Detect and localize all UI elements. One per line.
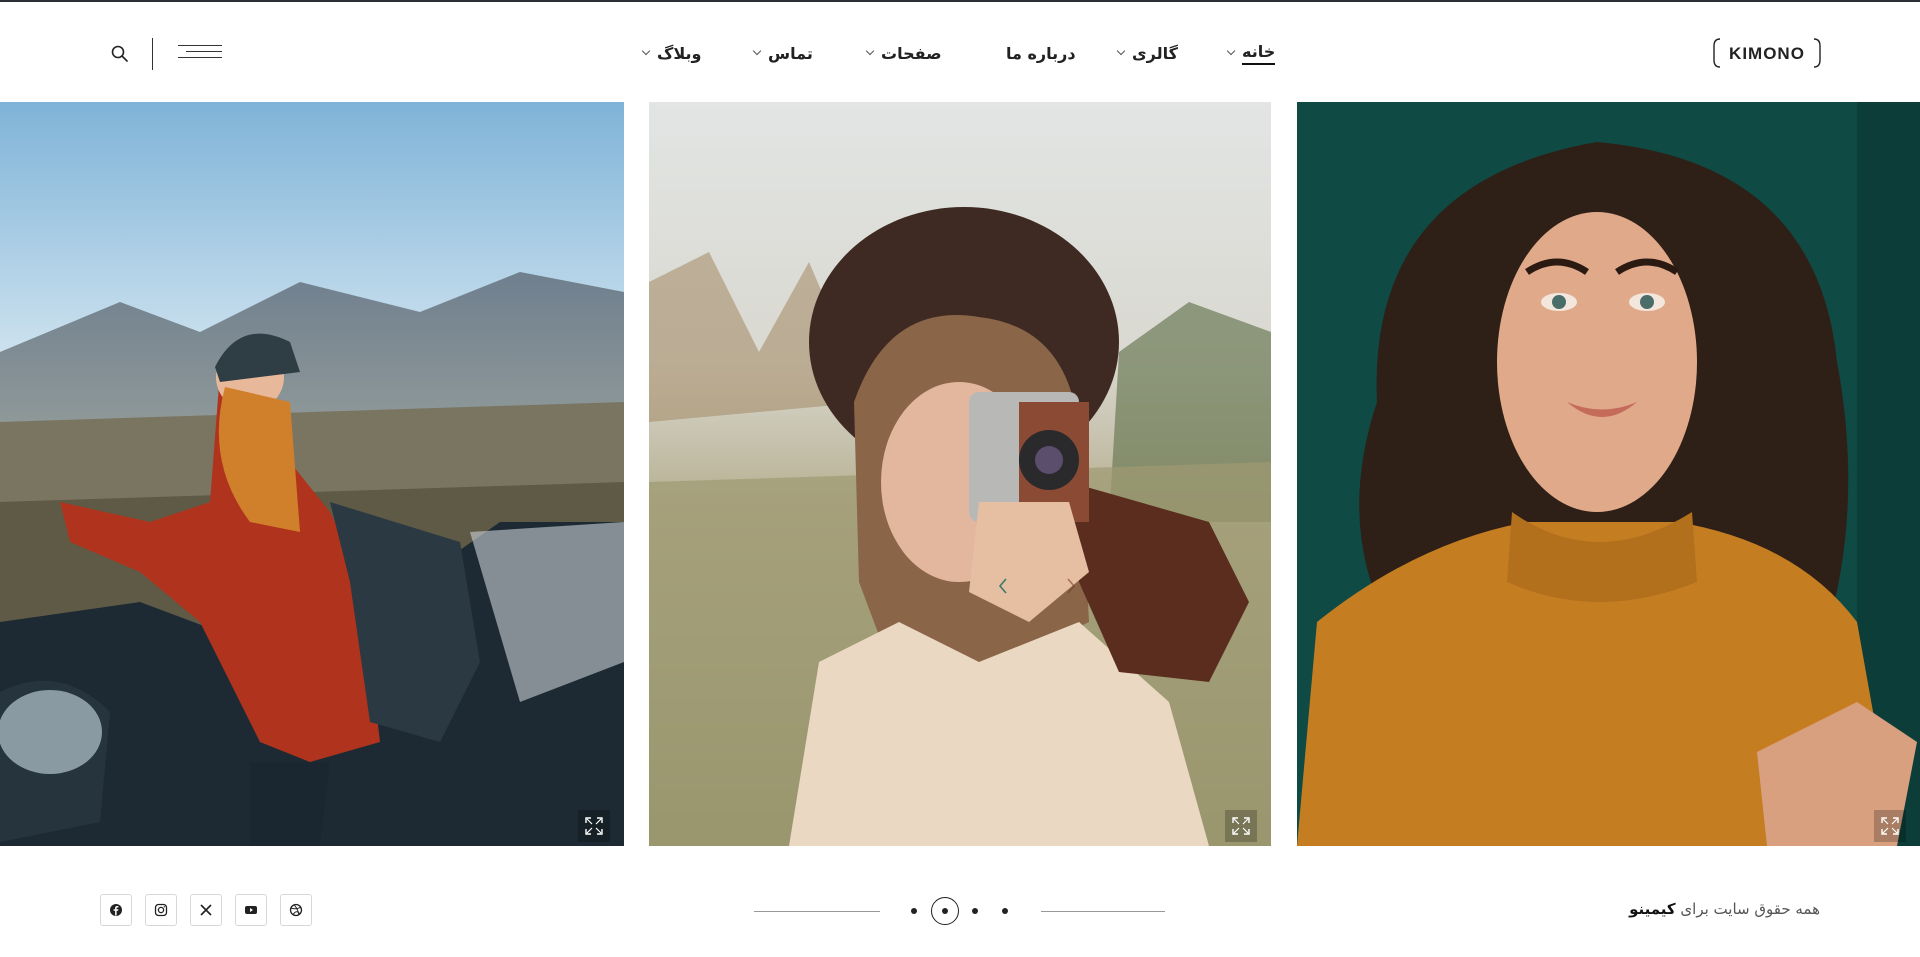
slider-dot[interactable] — [972, 908, 978, 914]
chevron-down-icon — [752, 46, 762, 56]
nav-item-about[interactable]: درباره ما — [1006, 40, 1076, 66]
slider-line-right — [1041, 911, 1165, 912]
chevron-down-icon — [1116, 46, 1126, 56]
chevron-down-icon — [865, 46, 875, 56]
social-x[interactable] — [190, 894, 222, 926]
expand-icon — [585, 817, 603, 835]
nav-item-label: درباره ما — [1006, 43, 1076, 63]
nav-item-home[interactable]: خانه — [1226, 40, 1276, 66]
site-logo[interactable]: KIMONO — [1712, 36, 1822, 70]
social-dribbble[interactable] — [280, 894, 312, 926]
gallery-photo-hiker[interactable] — [0, 102, 624, 846]
slider-line-left — [754, 911, 880, 912]
nav-item-label: خانه — [1242, 42, 1276, 65]
social-instagram[interactable] — [145, 894, 177, 926]
site-footer: همه حقوق سایت برای کیمینو — [0, 846, 1920, 957]
kimono-logo-icon: KIMONO — [1713, 38, 1821, 68]
chevron-down-icon — [641, 46, 651, 56]
camera-woman-image — [649, 102, 1271, 846]
gallery-photo-camera[interactable] — [649, 102, 1271, 846]
slider-dot[interactable] — [911, 908, 917, 914]
hamburger-line — [178, 57, 222, 59]
header-divider — [152, 38, 153, 70]
nav-item-label: گالری — [1132, 43, 1178, 63]
search-button[interactable] — [110, 44, 130, 64]
nav-item-contact[interactable]: تماس — [752, 40, 813, 66]
copyright-text: همه حقوق سایت برای کیمینو — [1629, 900, 1820, 918]
nav-item-blog[interactable]: وبلاگ — [641, 40, 702, 66]
expand-button[interactable] — [578, 810, 610, 842]
slider-dot-active[interactable] — [931, 897, 959, 925]
chevron-down-icon — [1226, 46, 1236, 56]
social-facebook[interactable] — [100, 894, 132, 926]
copyright-prefix: همه حقوق سایت برای — [1680, 900, 1820, 918]
facebook-icon — [110, 904, 122, 916]
youtube-icon — [245, 906, 257, 914]
dribbble-icon — [289, 903, 303, 917]
social-youtube[interactable] — [235, 894, 267, 926]
slider-next-button[interactable] — [1064, 576, 1078, 596]
nav-item-pages[interactable]: صفحات — [865, 40, 942, 66]
expand-button[interactable] — [1874, 810, 1906, 842]
slider-dot[interactable] — [1002, 908, 1008, 914]
nav-item-label: وبلاگ — [657, 43, 702, 63]
copyright-brand-link[interactable]: کیمینو — [1629, 900, 1676, 918]
hiker-woman-image — [0, 102, 624, 846]
x-icon — [200, 904, 212, 916]
expand-icon — [1881, 817, 1899, 835]
hamburger-line — [178, 45, 222, 47]
hamburger-line — [186, 51, 222, 53]
search-icon — [111, 45, 128, 62]
slider-prev-button[interactable] — [996, 576, 1010, 596]
nav-item-label: تماس — [768, 43, 813, 63]
photo-gallery — [0, 102, 1920, 846]
nav-item-label: صفحات — [881, 43, 942, 63]
portrait-woman-image — [1297, 102, 1920, 846]
nav-item-gallery[interactable]: گالری — [1116, 40, 1178, 66]
chevron-left-icon — [998, 578, 1007, 594]
instagram-icon — [154, 903, 168, 917]
chevron-right-icon — [1067, 578, 1076, 594]
logo-text: KIMONO — [1729, 44, 1805, 63]
hamburger-menu-button[interactable] — [176, 43, 222, 63]
gallery-photo-portrait[interactable] — [1297, 102, 1920, 846]
expand-icon — [1232, 817, 1250, 835]
site-header: KIMONO خانه گالری درباره ما صفحات تماس و… — [0, 2, 1920, 102]
expand-button[interactable] — [1225, 810, 1257, 842]
